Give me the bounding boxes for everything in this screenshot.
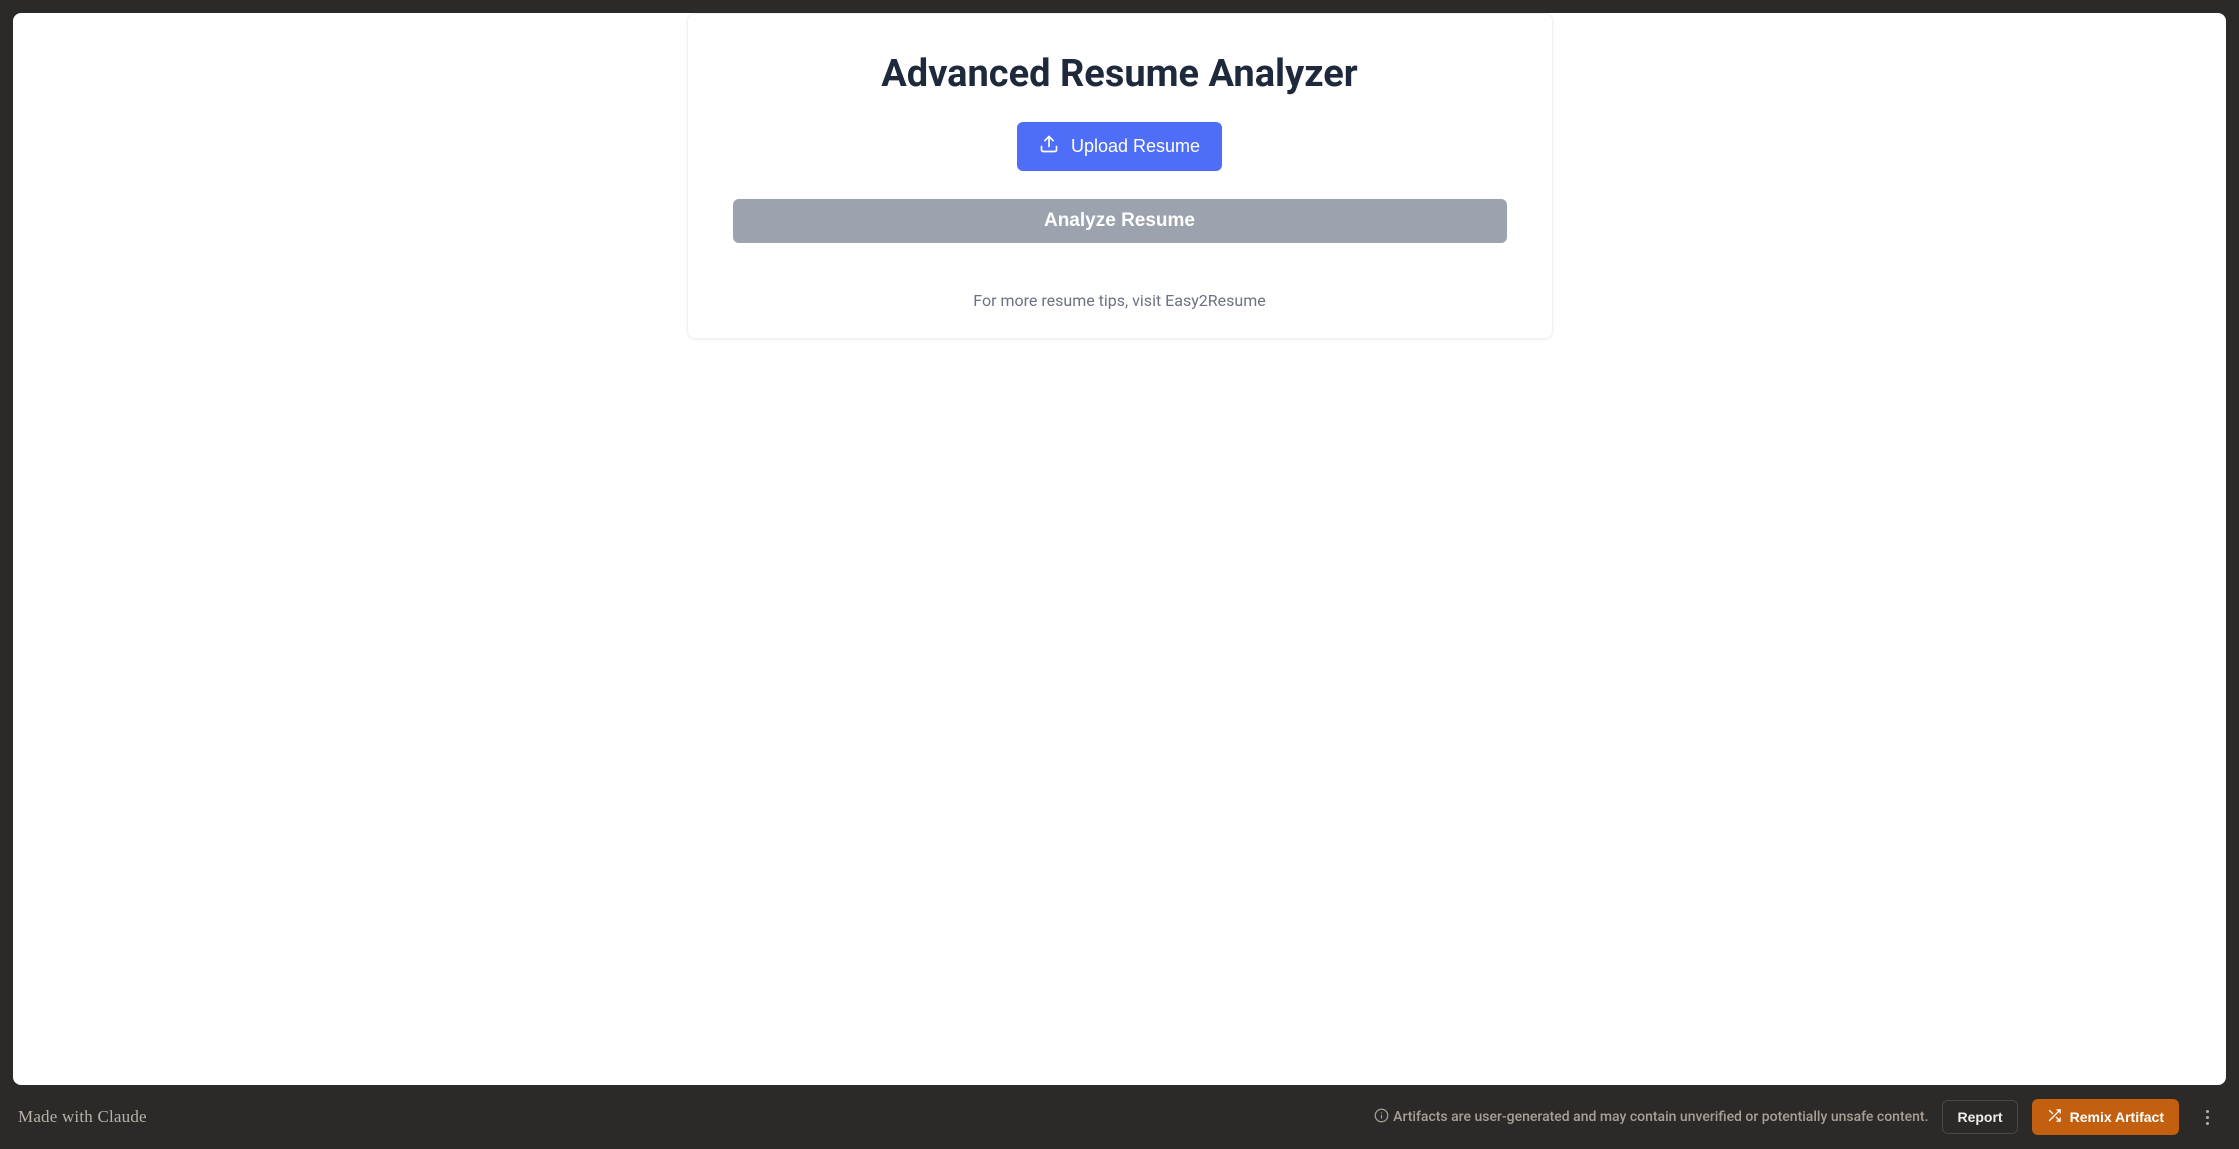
made-with-claude[interactable]: Made with Claude: [18, 1107, 147, 1127]
content-area: Advanced Resume Analyzer Upload Resume A…: [13, 13, 2226, 1085]
bottom-bar-right: Artifacts are user-generated and may con…: [1374, 1099, 2221, 1135]
tip-link[interactable]: Easy2Resume: [1165, 291, 1266, 310]
tip-line: For more resume tips, visit Easy2Resume: [720, 291, 1520, 310]
remix-label: Remix Artifact: [2070, 1109, 2164, 1125]
page-title: Advanced Resume Analyzer: [720, 52, 1520, 96]
upload-icon: [1039, 134, 1059, 159]
bottom-bar: Made with Claude Artifacts are user-gene…: [0, 1085, 2239, 1149]
analyze-resume-label: Analyze Resume: [1044, 210, 1195, 231]
report-button[interactable]: Report: [1942, 1100, 2017, 1134]
main-card: Advanced Resume Analyzer Upload Resume A…: [687, 13, 1553, 339]
upload-resume-button[interactable]: Upload Resume: [1017, 122, 1222, 171]
info-icon: [1374, 1108, 1389, 1127]
app-frame: Advanced Resume Analyzer Upload Resume A…: [0, 0, 2239, 1085]
shuffle-icon: [2047, 1108, 2062, 1126]
upload-resume-label: Upload Resume: [1071, 136, 1200, 157]
analyze-resume-button[interactable]: Analyze Resume: [733, 199, 1507, 243]
remix-artifact-button[interactable]: Remix Artifact: [2032, 1099, 2179, 1135]
dots-vertical-icon: [2206, 1110, 2209, 1125]
made-with-prefix: Made with: [18, 1107, 97, 1126]
disclaimer-text: Artifacts are user-generated and may con…: [1393, 1109, 1928, 1125]
more-menu-button[interactable]: [2193, 1103, 2221, 1131]
tip-prefix: For more resume tips, visit: [973, 291, 1165, 310]
report-label: Report: [1957, 1109, 2002, 1125]
made-with-brand: Claude: [97, 1107, 146, 1126]
disclaimer: Artifacts are user-generated and may con…: [1374, 1108, 1928, 1127]
